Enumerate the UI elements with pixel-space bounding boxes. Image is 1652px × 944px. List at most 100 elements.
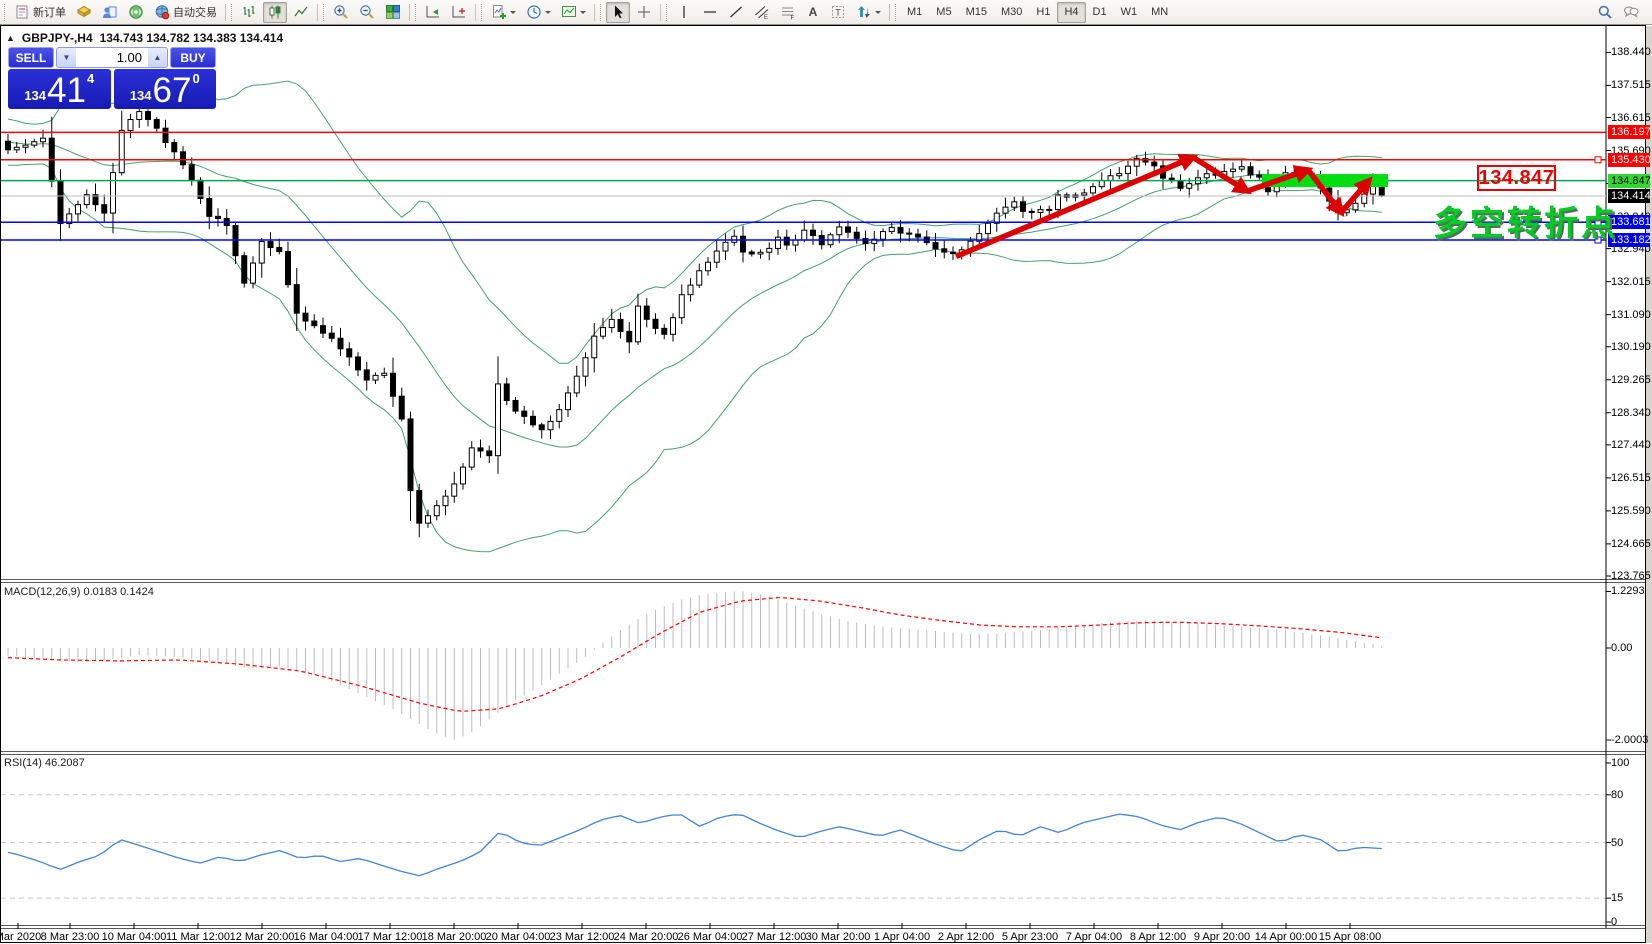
- broadcast-button[interactable]: [124, 2, 148, 23]
- price-callout-box[interactable]: 134.847: [1477, 165, 1556, 191]
- auto-trading-button[interactable]: 自动交易: [150, 2, 221, 23]
- timeframe-mn[interactable]: MN: [1144, 2, 1175, 23]
- fibonacci-tool-button[interactable]: F: [776, 2, 800, 23]
- search-button[interactable]: [1593, 2, 1617, 23]
- level-price-badge: 135.430: [1608, 153, 1650, 167]
- price-axis-label: 125.590: [1611, 505, 1651, 518]
- timeframe-d1[interactable]: D1: [1086, 2, 1114, 23]
- rsi-axis-label: 0: [1611, 916, 1617, 929]
- sell-price-display[interactable]: 134 41 4: [8, 69, 111, 109]
- price-axis-label: 138.440: [1611, 46, 1651, 59]
- line-chart-icon: [293, 4, 309, 20]
- timeframe-group: M1M5M15M30H1H4D1W1MN: [900, 2, 1175, 23]
- line-chart-mode-button[interactable]: [289, 2, 313, 23]
- horizontal-line-tool-button[interactable]: [698, 2, 722, 23]
- shapes-tool-button[interactable]: [852, 2, 885, 23]
- time-axis-label: 12 Mar 20:00: [230, 931, 295, 943]
- collapse-toggle-icon[interactable]: ▲: [6, 33, 15, 43]
- time-axis-label: 2 Apr 12:00: [938, 931, 994, 943]
- volume-increase-button[interactable]: ▲: [148, 48, 167, 67]
- periods-button[interactable]: [522, 2, 555, 23]
- price-axis-label: 126.515: [1611, 472, 1651, 485]
- template-chart-icon: [561, 4, 577, 20]
- new-order-button[interactable]: 新订单: [10, 2, 70, 23]
- rsi-axis-label: 80: [1611, 789, 1623, 802]
- toolbar-separator: [889, 4, 890, 21]
- chart-shift-button[interactable]: [447, 2, 471, 23]
- bar-chart-mode-button[interactable]: [237, 2, 261, 23]
- templates-caret-icon: [580, 11, 586, 17]
- strategy-tester-button[interactable]: [98, 2, 122, 23]
- volume-input[interactable]: [76, 48, 148, 67]
- time-axis-label: 8 Mar 23:00: [41, 931, 100, 943]
- toolbar-separator: [409, 4, 410, 21]
- price-axis-label: 136.615: [1611, 112, 1651, 125]
- zoom-out-button[interactable]: [355, 2, 379, 23]
- fibonacci-icon: F: [780, 4, 796, 20]
- sell-button[interactable]: SELL: [8, 47, 54, 68]
- toolbar-grip: [415, 4, 418, 21]
- label-tool-button[interactable]: T: [826, 2, 850, 23]
- buy-price-display[interactable]: 134 67 0: [114, 69, 217, 109]
- timeframe-h1[interactable]: H1: [1029, 2, 1057, 23]
- shapes-caret-icon: [875, 11, 881, 17]
- toolbar-separator: [475, 4, 476, 21]
- level-price-badge: 136.197: [1608, 125, 1650, 139]
- volume-decrease-button[interactable]: ▼: [57, 48, 76, 67]
- time-axis-label: 1 Apr 04:00: [874, 931, 930, 943]
- chart-canvas[interactable]: [0, 0, 1652, 944]
- text-label-icon: T: [830, 4, 846, 20]
- timeframe-m5[interactable]: M5: [929, 2, 958, 23]
- timeframe-h4[interactable]: H4: [1057, 2, 1085, 23]
- buy-button[interactable]: BUY: [170, 47, 216, 68]
- templates-button[interactable]: [557, 2, 590, 23]
- crosshair-tool-button[interactable]: [632, 2, 656, 23]
- macd-axis-label: 0.00: [1611, 642, 1632, 655]
- vertical-line-tool-button[interactable]: [672, 2, 696, 23]
- buy-price-big: 67: [153, 74, 192, 107]
- timeframe-m15[interactable]: M15: [959, 2, 994, 23]
- chart-title-bar: ▲ GBPJPY-,H4 134.743 134.782 134.383 134…: [6, 31, 283, 45]
- line-handle[interactable]: [1595, 157, 1601, 163]
- zoom-in-button[interactable]: [329, 2, 353, 23]
- vertical-line-icon: [676, 4, 692, 20]
- timeframe-m1[interactable]: M1: [900, 2, 929, 23]
- chat-bubbles-icon: [1623, 4, 1639, 20]
- time-axis-label: 16 Mar 04:00: [294, 931, 359, 943]
- toolbar-separator: [317, 4, 318, 21]
- auto-trading-label: 自动交易: [173, 4, 217, 20]
- toolbar-grip: [600, 4, 603, 21]
- horizontal-line-icon: [702, 4, 718, 20]
- time-axis-label: 14 Apr 00:00: [1255, 931, 1317, 943]
- channel-tool-button[interactable]: E: [750, 2, 774, 23]
- bar-chart-icon: [241, 4, 257, 20]
- volume-stepper: ▼ ▲: [56, 47, 168, 68]
- market-watch-button[interactable]: [72, 2, 96, 23]
- toolbar-separator: [594, 4, 595, 21]
- price-axis-label: 124.665: [1611, 538, 1651, 551]
- trendline-icon: [728, 4, 744, 20]
- candlestick-mode-button[interactable]: [263, 2, 287, 23]
- text-a-icon: A: [809, 5, 818, 19]
- tile-windows-button[interactable]: [381, 2, 405, 23]
- gold-book-icon: [76, 4, 92, 20]
- time-axis-label: 24 Mar 20:00: [614, 931, 679, 943]
- timeframe-w1[interactable]: W1: [1114, 2, 1145, 23]
- buy-price-prefix: 134: [130, 88, 152, 103]
- add-indicator-icon: [491, 4, 507, 20]
- indicators-button[interactable]: [487, 2, 520, 23]
- chat-button[interactable]: [1619, 2, 1643, 23]
- rsi-axis-label: 15: [1611, 892, 1623, 905]
- time-axis-label: 5 Apr 23:00: [1002, 931, 1058, 943]
- turning-point-note[interactable]: 多空转折点: [1433, 196, 1618, 245]
- toolbar-separator: [225, 4, 226, 21]
- auto-scroll-button[interactable]: [421, 2, 445, 23]
- arrow-objects-icon: [856, 4, 872, 20]
- svg-text:F: F: [791, 16, 795, 21]
- text-tool-button[interactable]: A: [802, 2, 824, 23]
- timeframe-m30[interactable]: M30: [994, 2, 1029, 23]
- cursor-tool-button[interactable]: [606, 2, 630, 23]
- broadcast-icon: [128, 4, 144, 20]
- trendline-tool-button[interactable]: [724, 2, 748, 23]
- toolbar-grip: [231, 4, 234, 21]
